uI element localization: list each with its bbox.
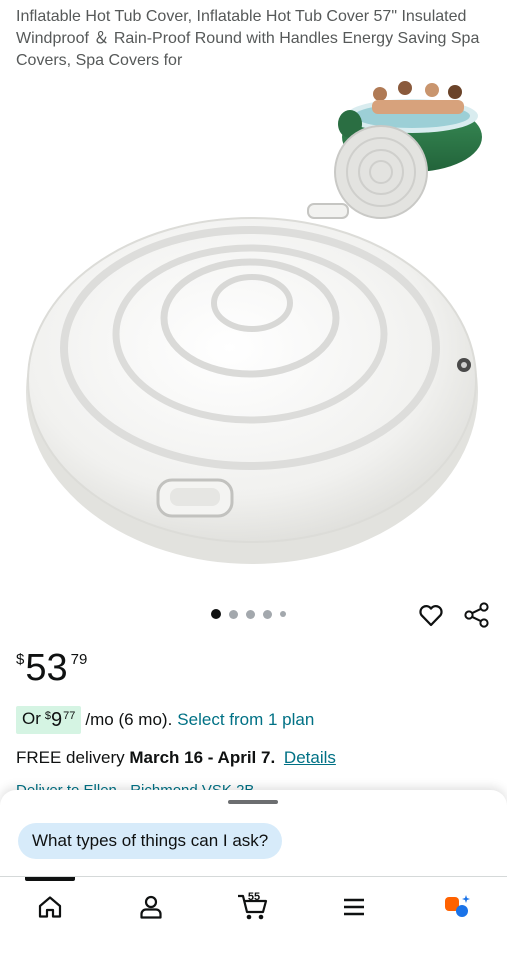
active-tab-indicator <box>25 877 75 881</box>
assistant-icon <box>445 895 470 917</box>
plan-prefix: Or <box>22 709 41 728</box>
nav-cart[interactable]: 55 <box>233 891 273 923</box>
account-icon <box>140 895 162 919</box>
share-button[interactable] <box>463 601 491 629</box>
delivery-info: FREE delivery March 16 - April 7. Detail… <box>16 748 336 768</box>
price-currency: $ <box>16 651 25 668</box>
product-image <box>26 81 482 564</box>
delivery-prefix: FREE delivery <box>16 748 125 767</box>
delivery-dates: March 16 - April 7. <box>129 748 276 767</box>
pagination-dot <box>263 609 272 619</box>
wishlist-button[interactable] <box>417 601 445 629</box>
delivery-details-link[interactable]: Details <box>284 748 336 767</box>
share-icon <box>464 602 489 628</box>
pagination-dot <box>229 609 238 619</box>
gallery-pagination <box>211 609 286 619</box>
sheet-drag-handle[interactable] <box>228 800 278 804</box>
monthly-price-highlight: Or $ 9 77 <box>16 706 82 734</box>
main-cover <box>26 203 478 564</box>
pagination-dot <box>211 609 221 619</box>
select-plan-link[interactable]: Select from 1 plan <box>177 710 314 730</box>
product-price: $ 53 79 <box>16 648 87 688</box>
plan-fraction: 77 <box>63 710 76 722</box>
plan-term: /mo (6 mo). <box>85 710 173 729</box>
small-cover-inset <box>334 125 428 219</box>
bottom-navigation: 55 <box>0 876 507 960</box>
product-image-gallery[interactable] <box>0 80 507 590</box>
menu-icon <box>344 898 364 916</box>
product-title: Inflatable Hot Tub Cover, Inflatable Hot… <box>16 8 480 69</box>
nav-account[interactable] <box>131 891 171 923</box>
heart-icon <box>419 605 443 627</box>
home-icon <box>38 896 62 918</box>
nav-menu[interactable] <box>334 891 374 923</box>
suggested-question-chip[interactable]: What types of things can I ask? <box>18 823 283 859</box>
nav-home[interactable] <box>30 891 70 923</box>
plan-whole: 9 <box>51 709 63 731</box>
nav-assistant[interactable] <box>437 891 477 923</box>
pagination-dot <box>246 609 255 619</box>
monthly-plan: Or $ 9 77 /mo (6 mo). Select from 1 plan <box>16 705 314 735</box>
price-fraction: 79 <box>70 651 88 668</box>
cart-count-badge: 55 <box>247 891 261 903</box>
pagination-dot <box>280 611 286 617</box>
price-whole: 53 <box>25 647 68 689</box>
